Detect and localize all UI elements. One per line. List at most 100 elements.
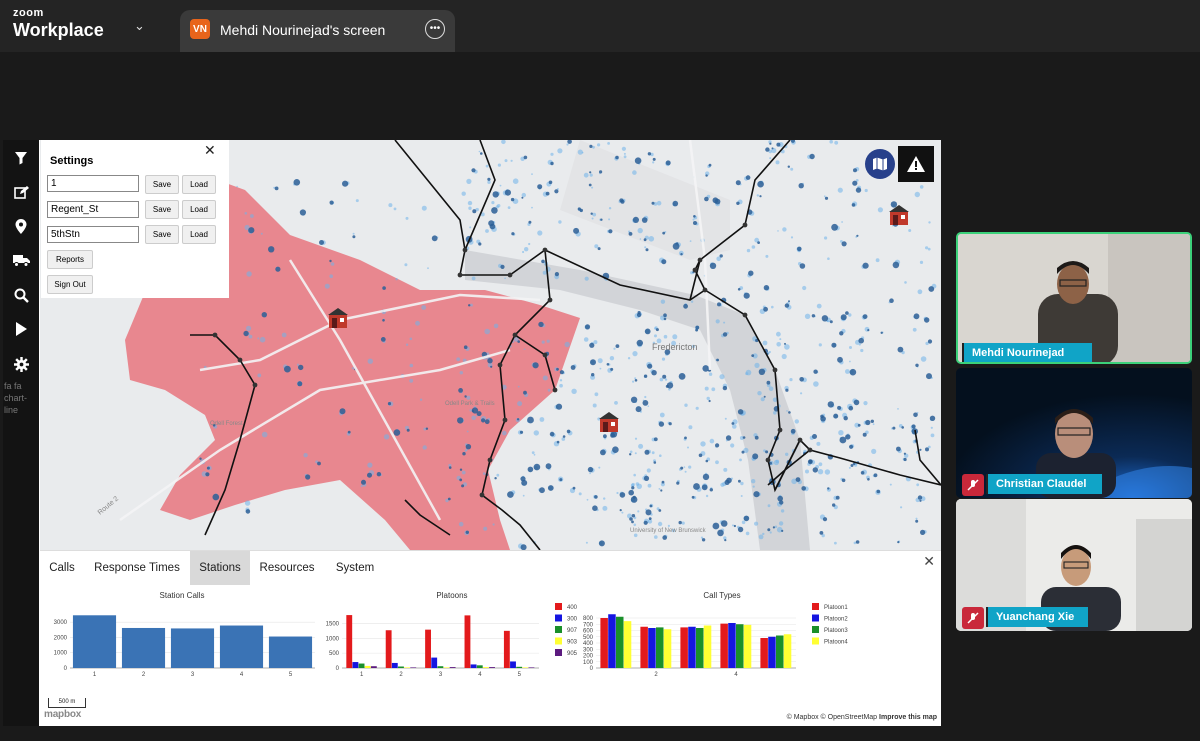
call-point — [367, 462, 373, 468]
settings-field-2[interactable]: Regent_St — [47, 201, 139, 218]
call-point — [459, 371, 463, 375]
video-tile-yuanchang[interactable]: Yuanchang Xie — [956, 499, 1192, 631]
video-tile-christian[interactable]: Christian Claudel — [956, 368, 1192, 498]
zoom-top-bar: zoom Workplace ⌄ VN Mehdi Nourinejad's s… — [0, 0, 1200, 52]
call-point — [919, 260, 924, 264]
sign-out-button[interactable]: Sign Out — [47, 275, 93, 294]
call-point — [275, 266, 281, 272]
call-point — [206, 466, 210, 470]
chevron-down-icon[interactable]: ⌄ — [134, 18, 145, 34]
video-tile-mehdi[interactable]: Mehdi Nourinejad — [956, 232, 1192, 364]
call-point — [730, 443, 735, 448]
call-point — [917, 289, 923, 295]
call-point — [648, 236, 655, 242]
call-point — [722, 385, 728, 391]
zone-node — [697, 257, 703, 263]
call-point — [821, 315, 829, 322]
tab-resources[interactable]: Resources — [254, 551, 320, 585]
tab-calls[interactable]: Calls — [40, 551, 84, 585]
mapbox-logo[interactable]: mapbox — [44, 709, 81, 720]
alert-button[interactable] — [898, 146, 934, 182]
load-button[interactable]: Load — [182, 225, 216, 244]
call-point — [492, 523, 495, 526]
zoom-brand-top: zoom — [13, 7, 44, 19]
call-point — [627, 357, 631, 360]
call-point — [811, 314, 816, 318]
tab-stations[interactable]: Stations — [190, 551, 250, 585]
settings-field-1[interactable]: 1 — [47, 175, 139, 192]
share-screen-tab[interactable]: VN Mehdi Nourinejad's screen ••• — [180, 10, 455, 52]
call-point — [751, 354, 755, 357]
call-point — [870, 419, 874, 423]
gear-icon[interactable] — [11, 354, 31, 374]
tab-response-times[interactable]: Response Times — [87, 551, 187, 585]
call-point — [687, 446, 689, 449]
call-point — [651, 451, 655, 455]
call-point — [497, 163, 501, 167]
call-point — [777, 495, 783, 502]
attribution-text[interactable]: © Mapbox © OpenStreetMap — [787, 714, 877, 721]
call-point — [382, 286, 386, 290]
call-point — [303, 453, 308, 458]
filter-icon[interactable] — [11, 148, 31, 168]
call-point — [751, 479, 756, 484]
call-point — [549, 431, 555, 437]
call-point — [813, 369, 818, 374]
more-options-icon[interactable]: ••• — [425, 19, 445, 39]
improve-map-link[interactable]: Improve this map — [879, 714, 937, 721]
call-point — [599, 170, 603, 174]
x-tick-label: 3 — [439, 672, 443, 678]
load-button[interactable]: Load — [182, 175, 216, 194]
sharer-avatar: VN — [190, 19, 210, 39]
legend-label: Platoon3 — [824, 628, 848, 634]
bar — [736, 624, 744, 668]
bar — [425, 629, 431, 668]
settings-field-3[interactable]: 5thStn — [47, 226, 139, 243]
call-point — [784, 303, 790, 308]
call-point — [656, 200, 662, 206]
call-point — [724, 539, 727, 542]
play-icon[interactable] — [11, 319, 31, 339]
save-button[interactable]: Save — [145, 200, 179, 219]
call-point — [572, 486, 576, 490]
zoom-logo[interactable]: zoom Workplace — [13, 7, 104, 40]
load-button[interactable]: Load — [182, 200, 216, 219]
call-point — [790, 167, 794, 171]
edit-icon[interactable] — [11, 182, 31, 202]
truck-icon[interactable] — [11, 250, 31, 270]
close-icon[interactable]: ✕ — [204, 142, 216, 159]
call-point — [913, 412, 918, 418]
call-point — [376, 472, 382, 477]
call-point — [623, 152, 626, 155]
save-button[interactable]: Save — [145, 175, 179, 194]
call-point — [550, 152, 554, 156]
call-point — [818, 462, 823, 467]
call-point — [705, 494, 709, 498]
bar — [410, 667, 417, 668]
tab-system[interactable]: System — [328, 551, 382, 585]
y-tick-label: 1000 — [326, 636, 340, 642]
save-button[interactable]: Save — [145, 225, 179, 244]
call-point — [709, 438, 715, 444]
search-icon[interactable] — [11, 285, 31, 305]
zone-node — [212, 332, 218, 338]
call-point — [499, 184, 502, 187]
call-point — [330, 262, 335, 266]
call-point — [767, 528, 771, 532]
call-point — [541, 259, 545, 264]
bar — [358, 663, 365, 668]
call-point — [741, 520, 746, 525]
call-point — [491, 207, 498, 214]
call-point — [837, 187, 843, 193]
call-point — [554, 272, 560, 277]
call-point — [790, 428, 796, 434]
bar — [656, 627, 664, 669]
legend-label: 905 — [567, 651, 578, 657]
map-style-button[interactable] — [865, 149, 895, 179]
reports-button[interactable]: Reports — [47, 250, 93, 269]
call-point — [925, 447, 929, 452]
location-pin-icon[interactable] — [11, 216, 31, 236]
call-point — [740, 495, 743, 497]
call-point — [725, 435, 732, 441]
close-icon[interactable]: ✕ — [923, 553, 935, 570]
